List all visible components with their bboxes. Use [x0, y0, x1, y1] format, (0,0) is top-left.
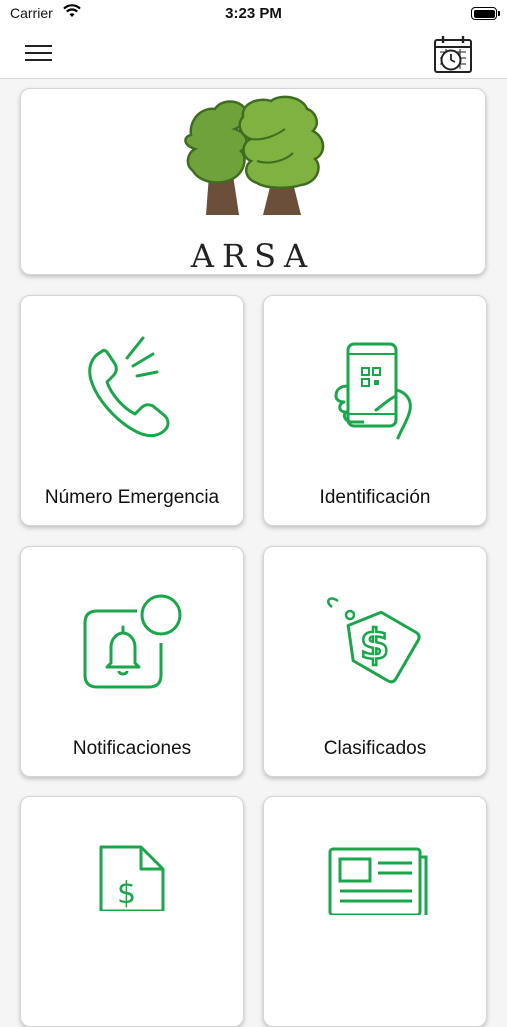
tile-payments[interactable]: $: [20, 796, 244, 1027]
phone-icon: [88, 336, 170, 438]
svg-text:$: $: [117, 876, 136, 911]
tile-news[interactable]: [263, 796, 487, 1027]
hamburger-menu-icon[interactable]: [24, 42, 54, 64]
tile-notifications[interactable]: Notificaciones: [20, 546, 244, 777]
tile-classifieds[interactable]: $ Clasificados: [263, 546, 487, 777]
tile-label: Número Emergencia: [44, 487, 220, 508]
newspaper-icon: [328, 847, 428, 915]
svg-text:$: $: [360, 620, 389, 669]
tile-identification[interactable]: Identificación: [263, 295, 487, 526]
dollar-document-icon: $: [99, 845, 165, 911]
logo-card: ARSA: [20, 88, 486, 275]
clock: 3:23 PM: [225, 5, 282, 22]
trees-logo: [184, 95, 325, 215]
bell-notification-icon: [83, 594, 182, 689]
battery-icon: [471, 7, 500, 20]
tile-label: Notificaciones: [72, 738, 192, 759]
navigation-bar: [0, 30, 507, 79]
status-bar: Carrier 3:23 PM: [0, 0, 507, 30]
tile-emergency-number[interactable]: Número Emergencia: [20, 295, 244, 526]
calendar-clock-icon[interactable]: [431, 32, 475, 76]
logo-text: ARSA: [190, 237, 316, 275]
tile-label: Identificación: [319, 487, 431, 508]
price-tag-icon: $: [327, 597, 421, 684]
phone-qr-icon: [334, 342, 412, 440]
dashboard-content[interactable]: ARSA Número Emergencia Identificación No…: [0, 79, 507, 1027]
tile-label: Clasificados: [323, 738, 427, 759]
